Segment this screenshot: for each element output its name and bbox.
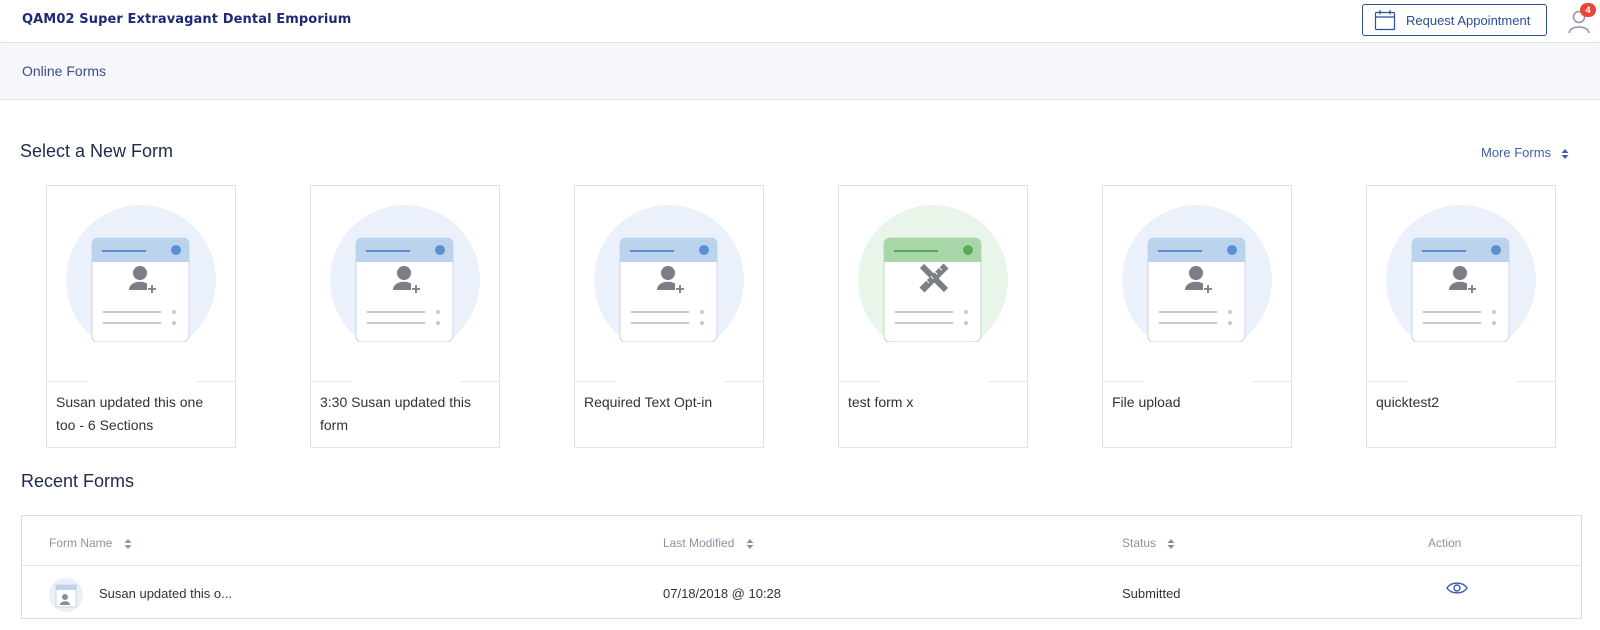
form-card-label: Required Text Opt-in xyxy=(584,394,713,410)
top-header: QAM02 Super Extravagant Dental Emporium … xyxy=(0,0,1600,43)
form-card[interactable]: 3:30 Susan updated this form xyxy=(310,185,500,448)
form-card[interactable]: Required Text Opt-in xyxy=(574,185,764,448)
request-appointment-button[interactable]: Request Appointment xyxy=(1362,4,1547,36)
column-label: Status xyxy=(1122,536,1157,550)
column-label: Action xyxy=(1428,536,1462,550)
form-card-illustration xyxy=(1103,186,1291,382)
sort-icon xyxy=(124,538,132,549)
sort-icon xyxy=(1167,538,1175,549)
column-header-form-name[interactable]: Form Name xyxy=(49,536,132,550)
form-name-cell: Susan updated this o... xyxy=(99,586,232,601)
column-header-status[interactable]: Status xyxy=(1122,536,1175,550)
form-card-illustration xyxy=(839,186,1027,382)
form-card-label: File upload xyxy=(1112,394,1181,410)
status-cell: Submitted xyxy=(1122,586,1181,601)
form-card-illustration xyxy=(311,186,499,382)
form-card[interactable]: Susan updated this one too - 6 Sections xyxy=(46,185,236,448)
breadcrumb-bar: Online Forms xyxy=(0,44,1600,100)
calendar-icon xyxy=(1374,10,1396,31)
section-title-recent-forms: Recent Forms xyxy=(21,471,135,491)
column-label: Last Modified xyxy=(663,536,735,550)
breadcrumb[interactable]: Online Forms xyxy=(22,63,106,79)
form-card-illustration xyxy=(575,186,763,382)
form-card[interactable]: quicktest2 xyxy=(1366,185,1556,448)
more-forms-label: More Forms xyxy=(1481,145,1552,160)
form-card-label: 3:30 Susan updated this form xyxy=(320,394,472,433)
practice-name: QAM02 Super Extravagant Dental Emporium xyxy=(22,12,352,27)
notification-badge: 4 xyxy=(1580,3,1596,17)
form-card[interactable]: File upload xyxy=(1102,185,1292,448)
form-thumbnail-icon xyxy=(49,578,83,612)
sort-icon xyxy=(1561,148,1569,159)
view-icon[interactable] xyxy=(1446,580,1468,596)
recent-forms-table: Form Name Last Modified Status Action Su… xyxy=(21,515,1582,619)
column-header-action: Action xyxy=(1428,536,1461,550)
section-title-new-form: Select a New Form xyxy=(20,141,174,161)
table-header: Form Name Last Modified Status Action xyxy=(22,516,1581,566)
form-card[interactable]: test form x xyxy=(838,185,1028,448)
column-label: Form Name xyxy=(49,536,113,550)
form-card-label: test form x xyxy=(848,394,914,410)
form-card-illustration xyxy=(1367,186,1555,382)
form-card-illustration xyxy=(47,186,235,382)
form-card-label: quicktest2 xyxy=(1376,394,1440,410)
column-header-last-modified[interactable]: Last Modified xyxy=(663,536,754,550)
sort-icon xyxy=(746,538,754,549)
last-modified-cell: 07/18/2018 @ 10:28 xyxy=(663,586,782,601)
request-appointment-label: Request Appointment xyxy=(1406,12,1531,28)
more-forms-toggle[interactable]: More Forms xyxy=(1481,145,1569,160)
form-card-label: Susan updated this one too - 6 Sections xyxy=(56,394,204,433)
